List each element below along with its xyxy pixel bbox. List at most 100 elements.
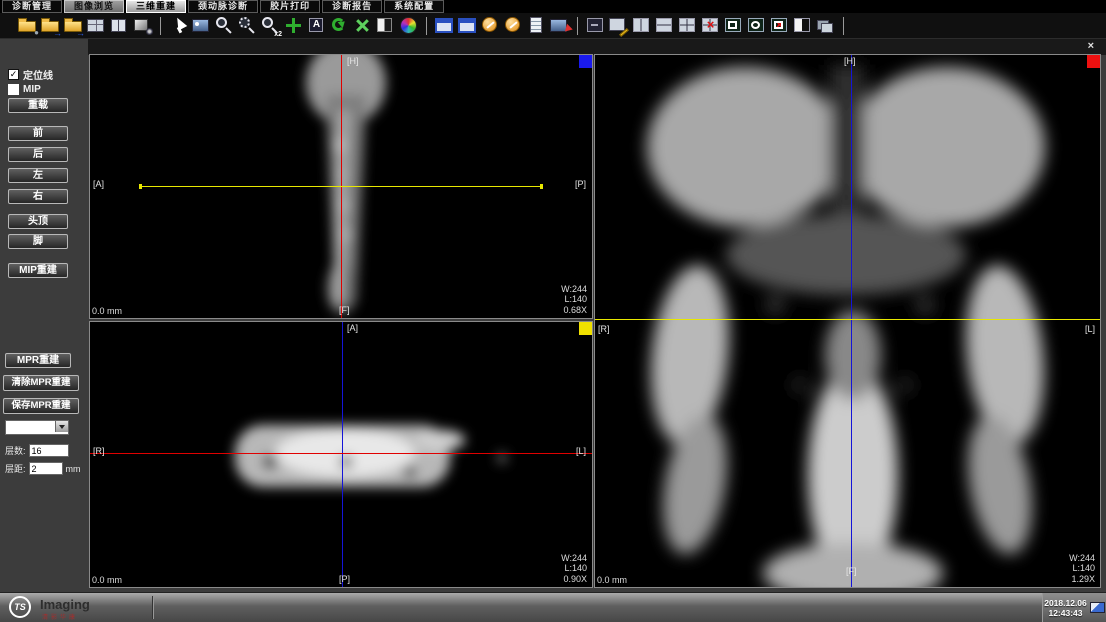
- menu-tab-6[interactable]: 诊断报告: [322, 0, 382, 13]
- slice-position-text: 0.0 mm: [92, 575, 122, 585]
- import-folder-icon[interactable]: →: [40, 15, 61, 36]
- sidebar: ✓ 定位线 MIP 重载 前 后 左 右 头顶 脚 MIP重建 MPR重建 清除…: [0, 39, 88, 592]
- coronal-vertical-crosshair[interactable]: [851, 55, 852, 587]
- brand-logo-icon: TS: [9, 596, 31, 618]
- menu-bar: 诊断管理图像浏览三维重建颈动脉诊断胶片打印诊断报告系统配置: [0, 0, 1106, 13]
- layout-edit-icon[interactable]: [608, 15, 629, 36]
- color-palette-icon[interactable]: [398, 15, 419, 36]
- export-folder-icon[interactable]: →: [63, 15, 84, 36]
- toolbar-separator: [577, 17, 578, 35]
- sagittal-horizontal-crosshair[interactable]: [142, 186, 540, 187]
- front-button[interactable]: 前: [8, 126, 68, 141]
- mip-rebuild-button[interactable]: MIP重建: [8, 263, 68, 278]
- roi-delete-icon[interactable]: ×: [769, 15, 790, 36]
- menu-tab-3[interactable]: 三维重建: [126, 0, 186, 13]
- measure-angle-icon[interactable]: [503, 15, 524, 36]
- window-level-text: W:244 L:140 0.68X: [561, 284, 587, 316]
- report-icon[interactable]: [526, 15, 547, 36]
- left-button[interactable]: 左: [8, 168, 68, 183]
- axial-horizontal-crosshair[interactable]: [90, 453, 592, 454]
- orientation-label-bottom: [F]: [846, 566, 857, 576]
- locator-line-checkbox[interactable]: ✓: [8, 69, 19, 80]
- orientation-label-bottom: [P]: [339, 574, 350, 584]
- coronal-viewport[interactable]: [H] [F] [R] [L] 0.0 mm W:244 L:140 1.29X: [594, 54, 1101, 588]
- workspace: × ✓ 定位线 MIP 重载 前 后 左 右 头顶 脚 MIP重建 MPR重建 …: [0, 39, 1106, 592]
- orientation-label-right: [L]: [576, 446, 586, 456]
- window-level-text: W:244 L:140 0.90X: [561, 553, 587, 585]
- orientation-label-top: [A]: [347, 323, 358, 333]
- roi-ellipse-icon[interactable]: [746, 15, 767, 36]
- layers-row: 层数:: [5, 444, 69, 457]
- sagittal-viewport[interactable]: [H] [F] [A] [P] 0.0 mm W:244 L:140 0.68X: [89, 54, 593, 319]
- spacing-input[interactable]: [29, 462, 63, 475]
- mpr-rebuild-button[interactable]: MPR重建: [5, 353, 71, 368]
- mpr-series-select[interactable]: [5, 420, 69, 435]
- cascade-windows-icon[interactable]: [815, 15, 836, 36]
- time-text: 12:43:43: [1044, 608, 1087, 618]
- film-view-icon[interactable]: [109, 15, 130, 36]
- pan-icon[interactable]: [283, 15, 304, 36]
- measure-length-icon[interactable]: [480, 15, 501, 36]
- orientation-label-bottom: [F]: [339, 305, 350, 315]
- refresh-icon[interactable]: [329, 15, 350, 36]
- axial-corner-marker: [579, 322, 592, 335]
- toolbar-separator: [843, 17, 844, 35]
- fit-screen-icon[interactable]: [352, 15, 373, 36]
- orientation-label-top: [H]: [347, 56, 359, 66]
- mip-row: MIP: [8, 84, 41, 95]
- toolbar: ●→→x2A××: [0, 13, 1106, 39]
- orientation-label-right: [L]: [1085, 324, 1095, 334]
- zoom-region-icon[interactable]: [237, 15, 258, 36]
- annotation-icon[interactable]: A: [306, 15, 327, 36]
- layout-close-icon[interactable]: ×: [700, 15, 721, 36]
- menu-tab-2[interactable]: 图像浏览: [64, 0, 124, 13]
- right-button[interactable]: 右: [8, 189, 68, 204]
- export-image-icon[interactable]: [457, 15, 478, 36]
- zoom-2x-icon[interactable]: x2: [260, 15, 281, 36]
- roi-rect-icon[interactable]: [723, 15, 744, 36]
- split-view-icon[interactable]: [792, 15, 813, 36]
- open-study-folder-icon[interactable]: ●: [17, 15, 38, 36]
- axial-vertical-crosshair[interactable]: [342, 322, 343, 587]
- menu-tab-5[interactable]: 胶片打印: [260, 0, 320, 13]
- mip-checkbox[interactable]: [8, 84, 19, 95]
- save-mpr-button[interactable]: 保存MPR重建: [3, 398, 79, 414]
- coronal-mri-image: [595, 55, 1100, 587]
- back-button[interactable]: 后: [8, 147, 68, 162]
- pointer-icon[interactable]: [168, 15, 189, 36]
- menu-tab-4[interactable]: 颈动脉诊断: [188, 0, 258, 13]
- invert-contrast-icon[interactable]: [375, 15, 396, 36]
- coronal-corner-marker: [1087, 55, 1100, 68]
- layout-2row-icon[interactable]: [654, 15, 675, 36]
- datetime-box: 2018.12.06 12:43:43: [1042, 593, 1106, 622]
- axial-viewport[interactable]: [A] [P] [R] [L] 0.0 mm W:244 L:140 0.90X: [89, 321, 593, 588]
- zoom-icon[interactable]: [214, 15, 235, 36]
- head-button[interactable]: 头顶: [8, 214, 68, 229]
- orientation-label-left: [A]: [93, 179, 104, 189]
- layout-2x2-icon[interactable]: [677, 15, 698, 36]
- reload-button[interactable]: 重载: [8, 98, 68, 113]
- mip-label: MIP: [23, 84, 41, 95]
- clear-mpr-button[interactable]: 清除MPR重建: [3, 375, 79, 391]
- layout-2col-icon[interactable]: [631, 15, 652, 36]
- volume-3d-icon[interactable]: [132, 15, 153, 36]
- menu-tab-7[interactable]: 系统配置: [384, 0, 444, 13]
- close-icon[interactable]: ×: [1088, 40, 1094, 53]
- locator-line-row: ✓ 定位线: [8, 67, 53, 82]
- worklist-icon[interactable]: [86, 15, 107, 36]
- layers-input[interactable]: [29, 444, 69, 457]
- coronal-horizontal-crosshair[interactable]: [595, 319, 1100, 320]
- menu-tab-1[interactable]: 诊断管理: [2, 0, 62, 13]
- save-image-icon[interactable]: [549, 15, 570, 36]
- foot-button[interactable]: 脚: [8, 234, 68, 249]
- layout-1x1-icon[interactable]: [585, 15, 606, 36]
- sagittal-corner-marker: [579, 55, 592, 68]
- mpr-workstation-window: 诊断管理图像浏览三维重建颈动脉诊断胶片打印诊断报告系统配置 ●→→x2A×× ×…: [0, 0, 1106, 622]
- chevron-down-icon[interactable]: [55, 421, 68, 432]
- spacing-row: 层距: mm: [5, 462, 81, 475]
- axial-mri-image: [90, 322, 592, 587]
- orientation-label-top: [H]: [844, 56, 856, 66]
- import-image-icon[interactable]: [434, 15, 455, 36]
- spacing-label: 层距:: [5, 462, 26, 475]
- window-level-icon[interactable]: [191, 15, 212, 36]
